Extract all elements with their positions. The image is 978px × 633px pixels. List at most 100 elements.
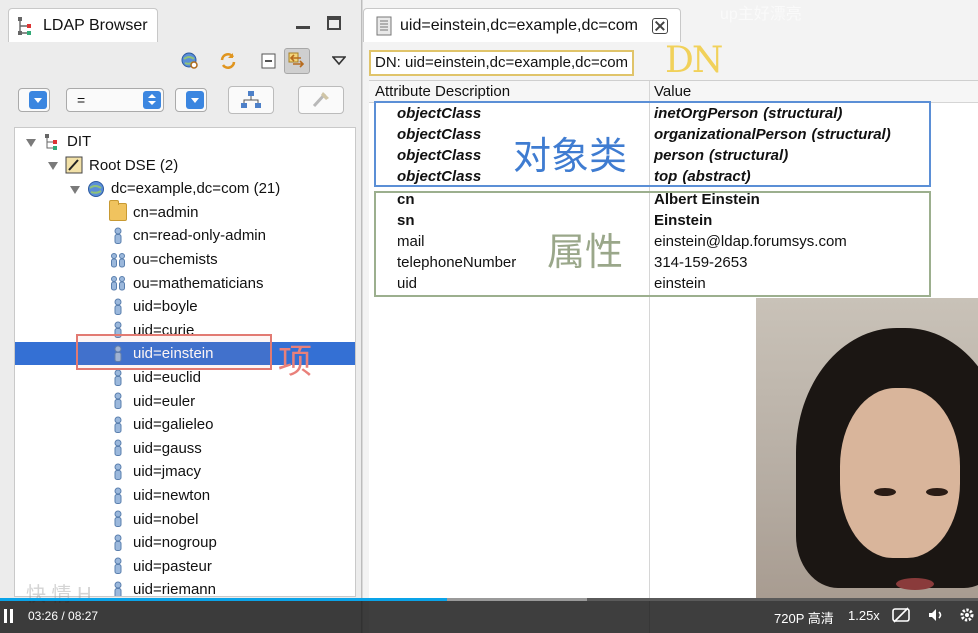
tree-item-label: uid=nogroup (133, 534, 217, 552)
entry-annotation-box (76, 334, 272, 370)
tree-item-label: uid=boyle (133, 298, 198, 316)
person-icon (109, 463, 127, 481)
ldap-browser-title: LDAP Browser (43, 16, 148, 34)
person-icon (109, 534, 127, 552)
tree-item-label: uid=riemann (133, 581, 216, 597)
tree-item[interactable]: DIT (15, 130, 355, 153)
presenter-face (840, 388, 960, 558)
stepper-icon (143, 91, 161, 109)
webcam-overlay (756, 298, 978, 598)
person-icon (109, 510, 127, 528)
run-quick-search-button[interactable] (228, 86, 274, 114)
tree-item-label: uid=newton (133, 487, 211, 504)
triangle-down-icon (332, 56, 346, 66)
refresh-button[interactable] (215, 48, 241, 74)
duration: 08:27 (68, 609, 99, 623)
ldap-browser-tab[interactable]: LDAP Browser (8, 8, 158, 42)
maximize-view-icon[interactable] (327, 16, 341, 30)
volume-icon[interactable] (927, 607, 945, 623)
expand-triangle-icon[interactable] (47, 159, 59, 171)
tree-item[interactable]: Root DSE (2) (15, 154, 355, 177)
dn-field: DN: uid=einstein,dc=example,dc=com (369, 50, 635, 76)
tree-item-label: uid=euclid (133, 369, 201, 386)
tree-item[interactable]: uid=newton (15, 484, 355, 507)
ldap-browser-view: LDAP Browser = DIT Root DSE (2) dc=example… (0, 0, 362, 633)
refresh-icon (220, 53, 236, 69)
tree-item-label: ou=chemists (133, 251, 218, 268)
video-player-bar: 03:26 / 08:27 720P 高清 1.25x (0, 598, 978, 633)
progress-track[interactable] (0, 598, 978, 601)
person-icon (109, 581, 127, 596)
danmaku-off-icon[interactable] (892, 607, 910, 623)
ldap-browser-icon (18, 16, 31, 35)
person-icon (109, 392, 127, 410)
globe-icon (87, 180, 105, 198)
tree-item[interactable]: uid=jmacy (15, 460, 355, 483)
tree-item[interactable]: uid=pasteur (15, 555, 355, 578)
tree-item[interactable]: uid=nogroup (15, 531, 355, 554)
tree-item-label: dc=example,dc=com (21) (111, 180, 281, 198)
settings-gear-icon[interactable] (958, 607, 976, 623)
attribute-select[interactable] (18, 88, 50, 112)
tree-item-label: uid=gauss (133, 439, 202, 457)
tree-item[interactable]: ou=mathematicians (15, 272, 355, 295)
tree-item[interactable]: ou=chemists (15, 248, 355, 271)
tree-item-label: uid=galieleo (133, 416, 214, 434)
tree-item[interactable]: dc=example,dc=com (21) (15, 177, 355, 200)
hierarchy-icon (241, 91, 261, 108)
tree-item-label: cn=read-only-admin (133, 227, 266, 245)
collapse-all-icon (261, 53, 276, 69)
entry-editor-icon (376, 16, 392, 35)
column-header-attribute[interactable]: Attribute Description (375, 83, 510, 100)
person-icon (109, 416, 127, 434)
clear-quick-search-button[interactable] (298, 86, 344, 114)
close-icon[interactable] (651, 17, 668, 34)
value-select[interactable] (175, 88, 207, 112)
operator-select[interactable]: = (66, 88, 164, 112)
collapse-all-button[interactable] (256, 48, 282, 74)
tree-item-label: cn=admin (133, 203, 199, 221)
entry-annotation-label: 项 (278, 343, 312, 381)
minimize-view-icon[interactable] (296, 16, 310, 30)
open-searches-button[interactable] (177, 48, 203, 74)
attribute-table-header: Attribute Description Value (369, 81, 978, 103)
current-time: 03:26 (28, 609, 59, 623)
tree-item-label: DIT (67, 133, 92, 150)
chevron-down-icon (186, 91, 204, 109)
column-header-value[interactable]: Value (654, 83, 691, 100)
tree-item[interactable]: uid=nobel (15, 508, 355, 531)
tree-item[interactable]: cn=read-only-admin (15, 224, 355, 247)
attributes-annotation-label: 属性 (547, 232, 624, 274)
tree-item-label: uid=jmacy (133, 463, 201, 481)
broom-icon (312, 92, 329, 108)
view-menu-button[interactable] (326, 48, 352, 74)
object-class-annotation-label: 对象类 (513, 136, 628, 178)
tree-item[interactable]: cn=admin (15, 200, 355, 224)
presenter-eye (874, 488, 896, 496)
expand-triangle-icon[interactable] (69, 183, 81, 195)
globe-search-icon (181, 52, 198, 69)
chevron-down-icon (29, 91, 47, 109)
tree-item[interactable]: uid=boyle (15, 295, 355, 318)
root-dse-icon (65, 156, 83, 174)
buffered-bar (446, 598, 587, 601)
speed-button[interactable]: 1.25x (848, 608, 880, 623)
played-bar (0, 598, 447, 601)
tree-item[interactable]: uid=euler (15, 390, 355, 413)
link-with-editor-button[interactable] (284, 48, 310, 74)
expand-triangle-icon[interactable] (25, 136, 37, 148)
entry-editor-tab[interactable]: uid=einstein,dc=example,dc=com (363, 8, 681, 42)
tree-item[interactable]: uid=galieleo (15, 413, 355, 436)
tree-item[interactable]: uid=gauss (15, 437, 355, 460)
time-separator: / (58, 609, 69, 623)
person-icon (109, 487, 127, 505)
dit-icon (43, 133, 61, 151)
tree-item-label: uid=pasteur (133, 557, 212, 575)
person-icon (109, 439, 127, 457)
attributes-annotation-box (374, 191, 931, 297)
object-class-annotation-box (374, 101, 931, 187)
quality-button[interactable]: 720P 高清 (774, 608, 834, 627)
person-icon (109, 557, 127, 575)
pause-icon[interactable] (4, 609, 14, 623)
group-icon (109, 274, 127, 292)
